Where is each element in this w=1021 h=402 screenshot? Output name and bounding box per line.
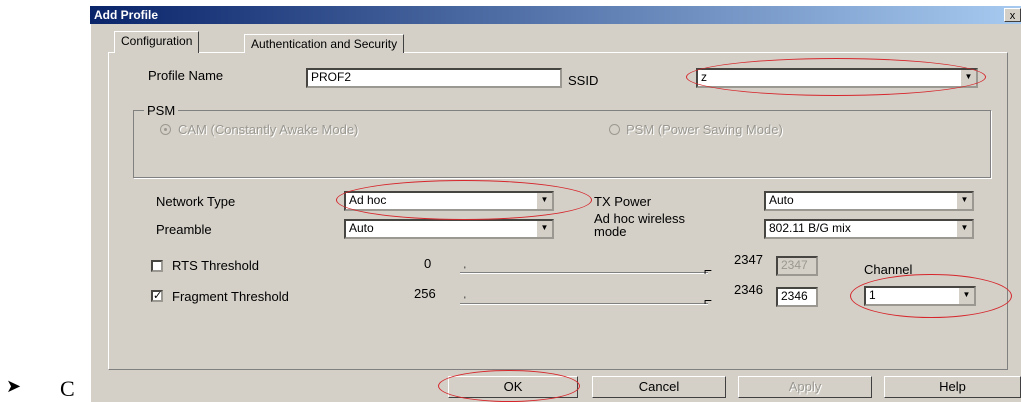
ok-annotation-ellipse xyxy=(438,370,580,402)
network-type-annotation-ellipse xyxy=(336,180,592,220)
bullet-arrow-icon: ➤ xyxy=(6,376,22,396)
help-button[interactable]: Help xyxy=(884,376,1021,398)
psm-group-label: PSM xyxy=(144,103,179,119)
page-letter: C xyxy=(60,376,75,401)
channel-annotation-ellipse xyxy=(850,274,1012,318)
rts-slider-thumb[interactable]: ⌐ xyxy=(704,262,712,278)
chevron-down-icon[interactable]: ▼ xyxy=(956,193,972,209)
psm-radio[interactable] xyxy=(609,124,620,135)
cancel-button[interactable]: Cancel xyxy=(592,376,726,398)
fragment-label: Fragment Threshold xyxy=(172,289,289,304)
fragment-min: 256 xyxy=(414,286,436,301)
cam-radio[interactable] xyxy=(160,124,171,135)
fragment-slider-tick: ' xyxy=(464,295,466,305)
network-type-label: Network Type xyxy=(156,194,236,209)
tab-configuration[interactable]: Configuration xyxy=(114,31,200,53)
preamble-combo[interactable]: Auto ▼ xyxy=(344,219,554,239)
adhoc-mode-combo[interactable]: 802.11 B/G mix ▼ xyxy=(764,219,974,239)
psm-radio-label: PSM (Power Saving Mode) xyxy=(626,122,783,137)
fragment-max: 2346 xyxy=(734,282,763,297)
close-icon[interactable]: x xyxy=(1004,8,1021,22)
dialog-title: Add Profile xyxy=(90,6,1021,24)
rts-slider-tick: ' xyxy=(464,265,466,275)
fragment-slider-track[interactable] xyxy=(460,303,708,305)
ssid-label: SSID xyxy=(568,73,599,88)
rts-value-input[interactable]: 2347 xyxy=(776,256,818,276)
rts-label: RTS Threshold xyxy=(172,258,259,273)
preamble-value: Auto xyxy=(349,221,374,235)
chevron-down-icon[interactable]: ▼ xyxy=(536,221,552,237)
chevron-down-icon[interactable]: ▼ xyxy=(956,221,972,237)
fragment-slider-thumb[interactable]: ⌐ xyxy=(704,292,712,308)
rts-checkbox[interactable] xyxy=(151,260,163,272)
fragment-checkbox[interactable]: ✓ xyxy=(151,290,163,302)
tx-power-value: Auto xyxy=(769,193,794,207)
cam-radio-label: CAM (Constantly Awake Mode) xyxy=(178,122,359,137)
ssid-annotation-ellipse xyxy=(686,58,986,96)
apply-button[interactable]: Apply xyxy=(738,376,872,398)
adhoc-mode-label: Ad hoc wireless mode xyxy=(594,212,685,238)
psm-group xyxy=(133,110,991,178)
adhoc-mode-value: 802.11 B/G mix xyxy=(769,221,851,235)
adhoc-mode-label-line2: mode xyxy=(594,224,627,239)
tab-authentication-security[interactable]: Authentication and Security xyxy=(244,34,405,53)
fragment-value-input[interactable]: 2346 xyxy=(776,287,818,307)
tx-power-combo[interactable]: Auto ▼ xyxy=(764,191,974,211)
profile-name-label: Profile Name xyxy=(148,68,224,83)
rts-slider-track[interactable] xyxy=(460,272,708,274)
rts-min: 0 xyxy=(424,256,432,271)
profile-name-input[interactable]: PROF2 xyxy=(306,68,562,88)
preamble-label: Preamble xyxy=(156,222,212,237)
tx-power-label: TX Power xyxy=(594,194,652,209)
rts-max: 2347 xyxy=(734,252,763,267)
